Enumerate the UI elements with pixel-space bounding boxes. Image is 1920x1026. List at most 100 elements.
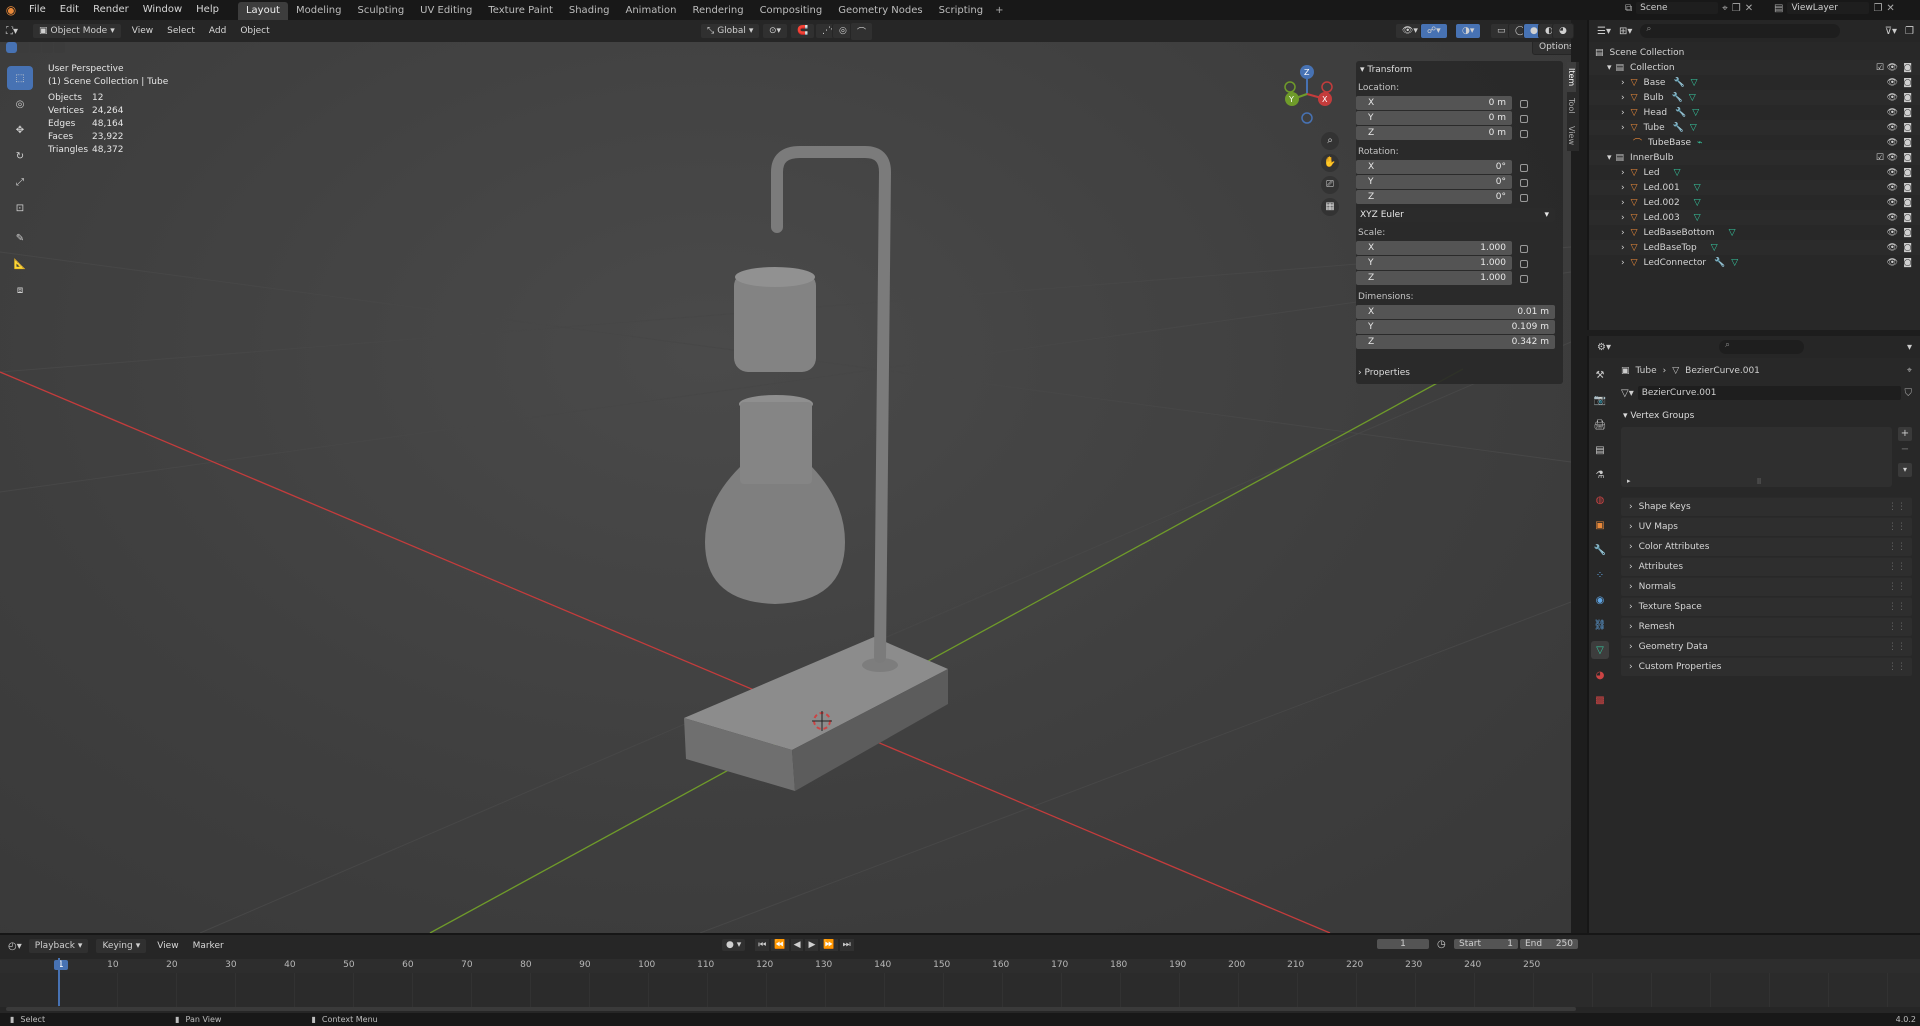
expand-icon[interactable]: › [1621, 93, 1625, 103]
falloff-dropdown[interactable]: ⌒ [850, 21, 874, 41]
options-dropdown[interactable]: Options▾ [1532, 42, 1571, 55]
measure-tool[interactable]: 📐 [7, 252, 33, 276]
workspace-tab-shading[interactable]: Shading [561, 2, 618, 20]
render-icon[interactable]: ◙ [1903, 228, 1912, 238]
timeline-scrollbar[interactable] [6, 1007, 1576, 1011]
visibility-icon[interactable]: 👁 [1887, 123, 1898, 133]
gizmo-toggle[interactable]: ☍▾ [1420, 23, 1448, 39]
panel-geometry-data[interactable]: › Geometry Data ⋮⋮ [1621, 637, 1912, 656]
expand-icon[interactable]: › [1621, 78, 1625, 88]
transform-tool[interactable]: ⊡ [7, 196, 33, 220]
particles-tab-icon[interactable]: ⁘ [1591, 566, 1609, 584]
menu-object[interactable]: Object [236, 21, 273, 41]
fake-user-icon[interactable]: ⛉ [1905, 388, 1913, 399]
preview-range-icon[interactable]: ◷ [1437, 939, 1446, 950]
select-new-icon[interactable] [6, 42, 17, 53]
rotation-y-field[interactable]: Y 0° [1356, 175, 1512, 189]
menu-view[interactable]: View [128, 21, 157, 41]
visibility-icon[interactable]: 👁 [1887, 93, 1898, 103]
view-layer-tab-icon[interactable]: ▤ [1591, 441, 1609, 459]
display-mode-icon[interactable]: ⊞▾ [1619, 26, 1632, 37]
outliner-item-ledconnector[interactable]: › ▽ LedConnector 🔧 ▽ 👁 ◙ [1589, 255, 1920, 270]
outliner-item-tubebase[interactable]: ⌒ TubeBase ⌁ 👁 ◙ [1589, 135, 1920, 150]
annotate-tool[interactable]: ✎ [7, 226, 33, 250]
panel-color-attributes[interactable]: › Color Attributes ⋮⋮ [1621, 537, 1912, 556]
select-invert-icon[interactable] [42, 42, 53, 53]
outliner-item-led-002[interactable]: › ▽ Led.002 ▽ 👁 ◙ [1589, 195, 1920, 210]
panel-uv-maps[interactable]: › UV Maps ⋮⋮ [1621, 517, 1912, 536]
menu-add[interactable]: Add [205, 21, 230, 41]
workspace-tab-uv-editing[interactable]: UV Editing [412, 2, 480, 20]
cursor-tool[interactable]: ◎ [7, 92, 33, 116]
outliner-scene-collection[interactable]: ▤ Scene Collection [1589, 45, 1920, 60]
delete-viewlayer-icon[interactable]: ✕ [1886, 3, 1894, 14]
render-icon[interactable]: ◙ [1903, 78, 1912, 88]
expand-icon[interactable]: › [1621, 183, 1625, 193]
workspace-tab-compositing[interactable]: Compositing [752, 2, 831, 20]
visibility-icon[interactable]: 👁 [1887, 153, 1898, 163]
output-tab-icon[interactable]: 🖨 [1591, 416, 1609, 434]
expand-icon[interactable]: › [1621, 123, 1625, 133]
checkbox-icon[interactable]: ☑ [1876, 153, 1884, 163]
outliner-item-tube[interactable]: › ▽ Tube 🔧 ▽ 👁 ◙ [1589, 120, 1920, 135]
jump-start-icon[interactable]: ⏮ [755, 939, 770, 951]
outliner-item-led[interactable]: › ▽ Led ▽ 👁 ◙ [1589, 165, 1920, 180]
timeline-track[interactable] [0, 958, 1920, 1007]
lock-icon[interactable] [1520, 163, 1528, 172]
drag-handle-icon[interactable]: ⋮⋮ [1888, 562, 1906, 572]
add-vertex-group-button[interactable]: + [1898, 427, 1912, 441]
overlay-toggle[interactable]: ◑▾ [1455, 23, 1482, 39]
ortho-toggle-icon[interactable]: ▦ [1321, 198, 1339, 216]
expand-icon[interactable]: › [1621, 228, 1625, 238]
snap-toggle[interactable]: 🧲 [790, 23, 816, 39]
panel-shape-keys[interactable]: › Shape Keys ⋮⋮ [1621, 497, 1912, 516]
visibility-icon[interactable]: 👁 [1887, 213, 1898, 223]
menu-window[interactable]: Window [136, 0, 189, 20]
outliner-item-ledbasebottom[interactable]: › ▽ LedBaseBottom ▽ 👁 ◙ [1589, 225, 1920, 240]
properties-search-input[interactable]: ⌕ [1718, 340, 1804, 354]
data-name-field[interactable]: BezierCurve.001 [1637, 386, 1901, 400]
menu-help[interactable]: Help [189, 0, 226, 20]
render-icon[interactable]: ◙ [1903, 153, 1912, 163]
expand-icon[interactable]: › [1621, 198, 1625, 208]
panel-normals[interactable]: › Normals ⋮⋮ [1621, 577, 1912, 596]
rotation-x-field[interactable]: X 0° [1356, 160, 1512, 174]
filter-icon[interactable]: ⊽▾ [1885, 26, 1897, 37]
outliner-item-head[interactable]: › ▽ Head 🔧 ▽ 👁 ◙ [1589, 105, 1920, 120]
panel-attributes[interactable]: › Attributes ⋮⋮ [1621, 557, 1912, 576]
select-box-tool[interactable]: ⬚ [7, 66, 33, 90]
properties-options-icon[interactable]: ▾ [1907, 342, 1912, 353]
visibility-icon[interactable]: 👁 [1887, 243, 1898, 253]
workspace-tab-sculpting[interactable]: Sculpting [349, 2, 412, 20]
visibility-icon[interactable]: 👁 [1887, 228, 1898, 238]
camera-view-icon[interactable]: ⎚ [1321, 176, 1339, 194]
workspace-tab-layout[interactable]: Layout [237, 2, 288, 20]
drag-handle-icon[interactable]: ⋮⋮ [1888, 642, 1906, 652]
object-tab-icon[interactable]: ▣ [1591, 516, 1609, 534]
select-intersect-icon[interactable] [54, 42, 65, 53]
drag-handle-icon[interactable]: ⋮⋮ [1888, 502, 1906, 512]
lock-icon[interactable] [1520, 114, 1528, 123]
rotate-tool[interactable]: ↻ [7, 144, 33, 168]
vertex-groups-panel[interactable]: ▾ Vertex Groups ▸ ⠿ + − ▾ [1621, 408, 1912, 487]
play-reverse-icon[interactable]: ◀ [790, 939, 804, 951]
workspace-tab-geometry-nodes[interactable]: Geometry Nodes [830, 2, 930, 20]
visibility-icon[interactable]: 👁 [1887, 138, 1898, 148]
rotation-z-field[interactable]: Z 0° [1356, 190, 1512, 204]
viewlayer-name[interactable]: ViewLayer [1787, 2, 1870, 14]
viewport-scene[interactable]: Z X Y [0, 42, 1571, 933]
navigation-gizmo[interactable]: Z X Y [1284, 65, 1333, 124]
location-x-field[interactable]: X 0 m [1356, 96, 1512, 110]
record-icon[interactable]: ● ▾ [722, 939, 746, 951]
remove-vertex-group-button[interactable]: − [1898, 443, 1912, 457]
render-icon[interactable]: ◙ [1903, 108, 1912, 118]
outliner-collection-innerbulb[interactable]: ▾ ▤ InnerBulb ☑ 👁 ◙ [1589, 150, 1920, 165]
dimensions-y-field[interactable]: Y 0.109 m [1356, 320, 1555, 334]
data-browse-icon[interactable]: ▽▾ [1621, 388, 1634, 399]
location-y-field[interactable]: Y 0 m [1356, 111, 1512, 125]
lock-icon[interactable] [1520, 259, 1528, 268]
material-tab-icon[interactable]: ◕ [1591, 666, 1609, 684]
lock-icon[interactable] [1520, 193, 1528, 202]
scene-tab-icon[interactable]: ⚗ [1591, 466, 1609, 484]
render-icon[interactable]: ◙ [1903, 258, 1912, 268]
